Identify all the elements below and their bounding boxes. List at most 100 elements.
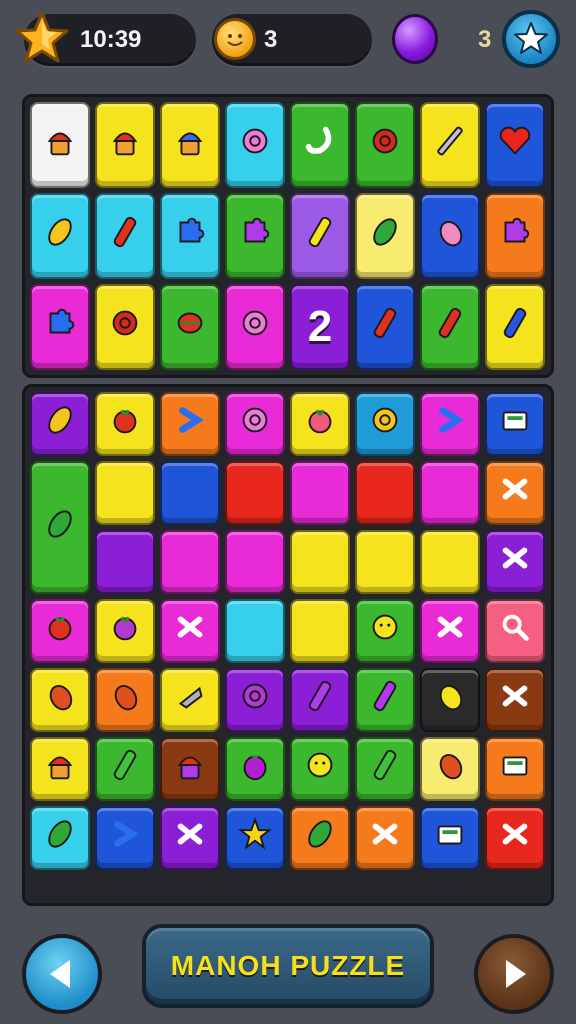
green-squash-tile[interactable] <box>30 461 90 594</box>
title-plate: MANOH PUZZLE <box>142 924 434 1008</box>
grey-cone-tile[interactable] <box>160 668 220 732</box>
plain-tile[interactable] <box>290 599 350 663</box>
yellow-coin-icon <box>301 746 339 792</box>
gem-count: 3 <box>478 26 492 53</box>
plain-tile[interactable] <box>225 530 285 594</box>
star-button[interactable] <box>502 10 560 68</box>
blue-puzzle-tile[interactable] <box>160 193 220 279</box>
yellow-coin-tile[interactable] <box>290 737 350 801</box>
star-icon <box>15 11 69 63</box>
red-pepper-flower-tile[interactable] <box>355 102 415 188</box>
spinach-tile[interactable] <box>30 806 90 870</box>
blue-puzzle-icon <box>41 304 79 350</box>
cross-mark-tile[interactable] <box>485 461 545 525</box>
green-leaf-tile[interactable] <box>290 806 350 870</box>
red-stick-tile[interactable] <box>355 284 415 370</box>
yellow-pepper-icon <box>431 677 469 723</box>
white-zigzag-tile[interactable] <box>160 599 220 663</box>
pink-turnip-tile[interactable] <box>420 193 480 279</box>
purple-puzzle-tile[interactable] <box>485 193 545 279</box>
red-onion-tile[interactable] <box>420 737 480 801</box>
red-rose-tile[interactable] <box>95 284 155 370</box>
yellow-star-icon <box>236 815 274 861</box>
blue-leek-tile[interactable] <box>485 284 545 370</box>
spinach-icon <box>41 815 79 861</box>
plain-tile[interactable] <box>420 530 480 594</box>
plain-tile[interactable] <box>420 461 480 525</box>
yellow-stick-tile[interactable] <box>290 193 350 279</box>
plain-tile[interactable] <box>225 599 285 663</box>
blue-sock-tile[interactable] <box>420 392 480 456</box>
yellow-lemon-icon <box>366 608 404 654</box>
purple-bar-tile[interactable] <box>290 668 350 732</box>
red-heart-tile[interactable] <box>485 102 545 188</box>
yellow-lemon-tile[interactable] <box>355 599 415 663</box>
plain-tile[interactable] <box>225 461 285 525</box>
white-knot-tile[interactable] <box>355 806 415 870</box>
crown-cake-tile[interactable] <box>160 102 220 188</box>
game-title: MANOH PUZZLE <box>170 950 406 981</box>
cash-register-tile[interactable] <box>485 737 545 801</box>
green-cucumber-tile[interactable] <box>355 737 415 801</box>
plain-tile[interactable] <box>290 530 350 594</box>
red-drum-tile[interactable] <box>160 284 220 370</box>
red-stick-icon <box>366 304 404 350</box>
number-two-tile[interactable]: 2 <box>290 284 350 370</box>
berry-tile[interactable] <box>290 392 350 456</box>
white-knot-tile[interactable] <box>420 599 480 663</box>
plain-tile[interactable] <box>160 530 220 594</box>
yellow-flower-tile[interactable] <box>355 392 415 456</box>
pink-rose-tile[interactable] <box>225 102 285 188</box>
plain-tile[interactable] <box>355 461 415 525</box>
red-candy-stick-tile[interactable] <box>95 193 155 279</box>
red-ball-tile[interactable] <box>30 599 90 663</box>
next-button[interactable] <box>474 934 554 1014</box>
raspberry-tile[interactable] <box>95 599 155 663</box>
leaf-tile[interactable] <box>30 193 90 279</box>
red-stick-tile[interactable] <box>420 284 480 370</box>
green-box-tile[interactable] <box>485 392 545 456</box>
cupcake-tile[interactable] <box>30 102 90 188</box>
basket-tile[interactable] <box>420 806 480 870</box>
yellow-pepper-tile[interactable] <box>420 668 480 732</box>
pencil-tile[interactable] <box>420 102 480 188</box>
ice-cream-face-tile[interactable] <box>95 102 155 188</box>
purple-swirl-icon <box>236 401 274 447</box>
purple-bar-icon <box>301 677 339 723</box>
previous-button[interactable] <box>22 934 102 1014</box>
sausages-tile[interactable] <box>30 668 90 732</box>
magnifier-tile[interactable] <box>485 599 545 663</box>
cross-mark-icon <box>496 470 534 516</box>
purple-ring-tile[interactable] <box>225 668 285 732</box>
wave-tile[interactable] <box>485 530 545 594</box>
blue-chevron-tile[interactable] <box>160 392 220 456</box>
white-cross-tile[interactable] <box>160 806 220 870</box>
plain-tile[interactable] <box>95 461 155 525</box>
plain-tile[interactable] <box>95 530 155 594</box>
green-cucumber-tile[interactable] <box>95 737 155 801</box>
golden-cake-tile[interactable] <box>30 737 90 801</box>
plain-tile[interactable] <box>160 461 220 525</box>
white-mustache-tile[interactable] <box>485 806 545 870</box>
white-hook-icon <box>301 122 339 168</box>
white-cross-tile[interactable] <box>485 668 545 732</box>
purple-pot-tile[interactable] <box>160 737 220 801</box>
purple-bar-tile[interactable] <box>355 668 415 732</box>
blue-bottle-tile[interactable] <box>95 806 155 870</box>
purple-swirl-tile[interactable] <box>225 392 285 456</box>
red-pepper-tile[interactable] <box>95 668 155 732</box>
green-leaf-tile[interactable] <box>355 193 415 279</box>
pink-flower-tile[interactable] <box>225 284 285 370</box>
arrow-left-icon <box>50 960 70 988</box>
plain-tile[interactable] <box>355 530 415 594</box>
blue-puzzle-tile[interactable] <box>30 284 90 370</box>
maple-leaf-tile[interactable] <box>30 392 90 456</box>
plain-tile[interactable] <box>290 461 350 525</box>
yellow-star-tile[interactable] <box>225 806 285 870</box>
coin-icon <box>214 18 256 60</box>
timer-text: 10:39 <box>80 26 142 53</box>
tomato-tile[interactable] <box>95 392 155 456</box>
eggplant-tile[interactable] <box>225 737 285 801</box>
white-hook-tile[interactable] <box>290 102 350 188</box>
purple-puzzle-tile[interactable] <box>225 193 285 279</box>
